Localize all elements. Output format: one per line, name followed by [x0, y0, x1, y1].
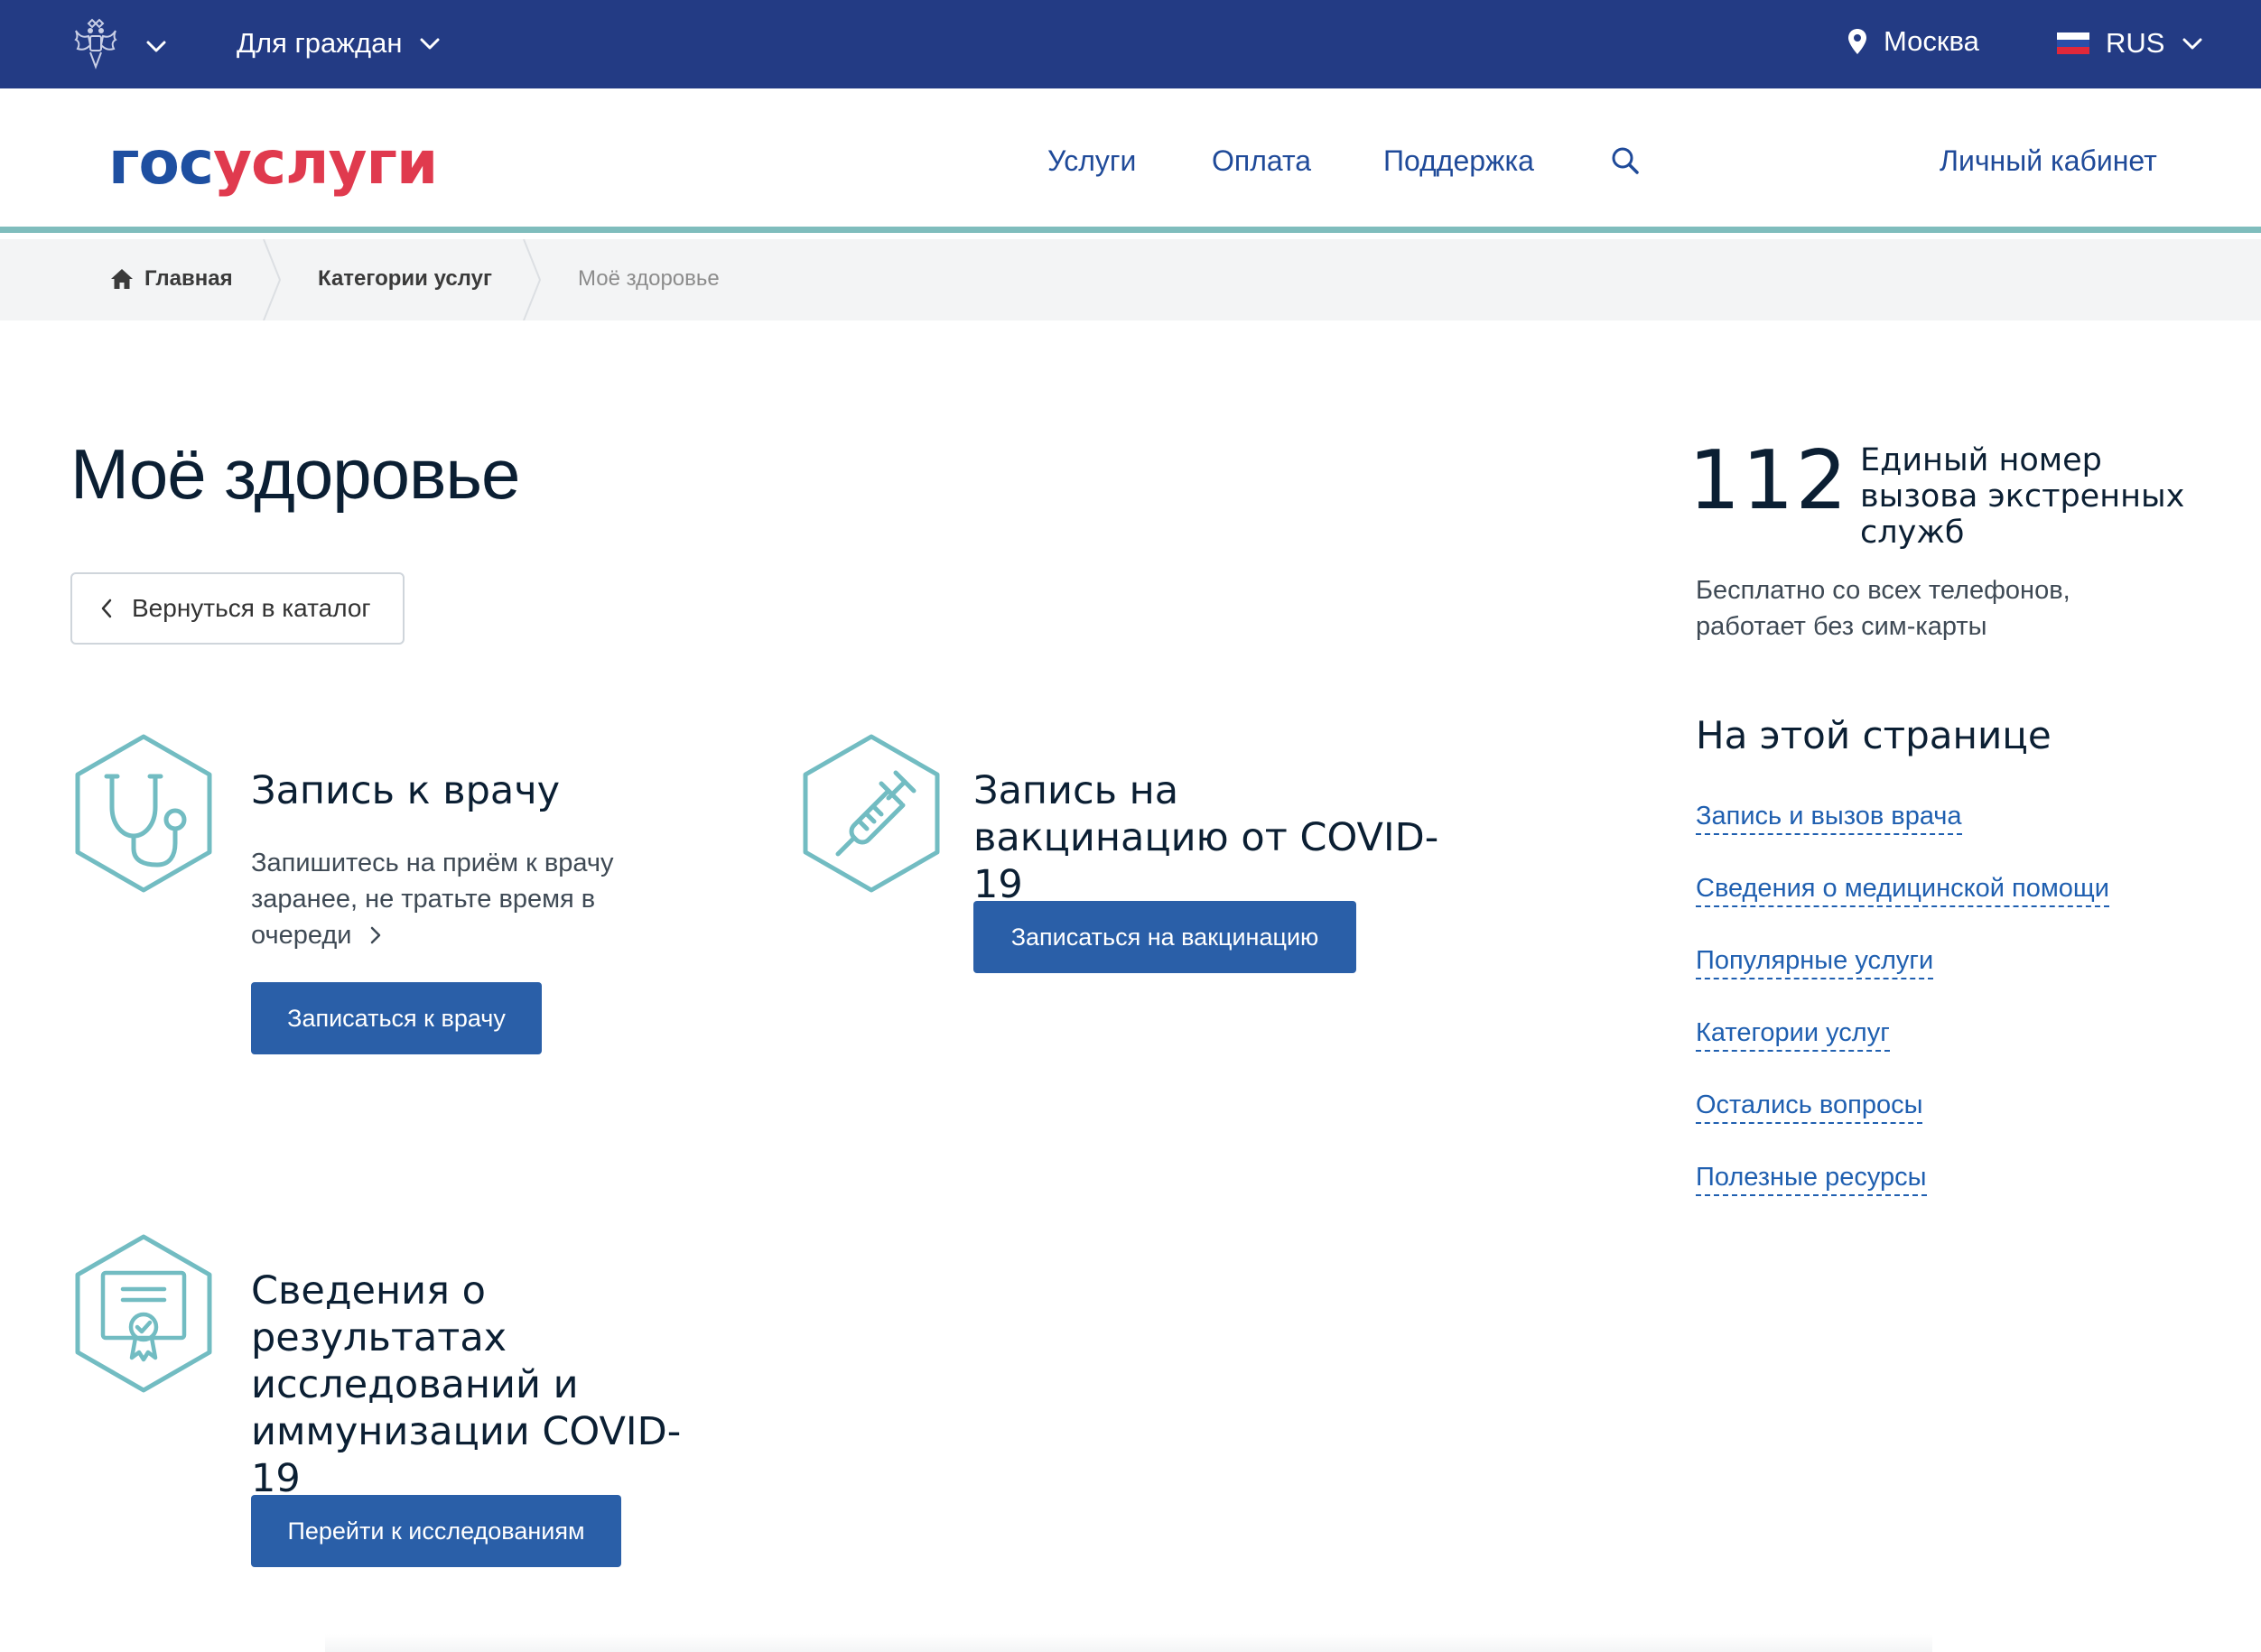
emergency-number: 112: [1689, 433, 1849, 528]
back-to-catalog-button[interactable]: Вернуться в каталог: [70, 572, 405, 645]
breadcrumb-home-label: Главная: [144, 266, 233, 291]
location-label: Москва: [1884, 25, 1979, 57]
nav-payment[interactable]: Оплата: [1212, 144, 1311, 178]
breadcrumb-separator: [523, 239, 542, 320]
breadcrumb: Главная Категории услуг Моё здоровье: [0, 239, 2261, 320]
chevron-down-icon: [2182, 38, 2202, 50]
gosuslugi-logo[interactable]: госуслуги: [108, 128, 438, 198]
on-page-link[interactable]: Полезные ресурсы: [1696, 1163, 1927, 1196]
top-bar: Для граждан Москва RUS: [0, 0, 2261, 88]
audience-label: Для граждан: [237, 27, 403, 59]
book-vaccination-button[interactable]: Записаться на вакцинацию: [973, 901, 1356, 973]
service-description-doctor[interactable]: Запишитесь на приём к врачу заранее, не …: [251, 845, 666, 953]
personal-account-link[interactable]: Личный кабинет: [1940, 144, 2157, 178]
site-header: госуслуги Услуги Оплата Поддержка Личный…: [0, 88, 2261, 233]
back-to-catalog-label: Вернуться в каталог: [132, 594, 371, 622]
on-page-link[interactable]: Остались вопросы: [1696, 1091, 1923, 1124]
on-page-title: На этой странице: [1696, 713, 2052, 757]
home-icon: [111, 269, 133, 289]
page-title: Моё здоровье: [70, 434, 520, 514]
chevron-right-icon: [370, 926, 380, 944]
logo-part-uslugi: услуги: [212, 128, 438, 198]
language-label: RUS: [2106, 27, 2165, 59]
breadcrumb-categories-label: Категории услуг: [318, 266, 492, 291]
service-title-research[interactable]: Сведения о результатах исследований и им…: [251, 1267, 702, 1502]
breadcrumb-current: Моё здоровье: [578, 266, 720, 292]
coat-of-arms-icon[interactable]: [70, 18, 121, 70]
language-selector[interactable]: RUS: [2057, 27, 2204, 60]
footer-shadow: [325, 1634, 1932, 1652]
stethoscope-icon: [75, 734, 212, 893]
chevron-down-icon[interactable]: [144, 34, 168, 58]
location-selector[interactable]: Москва: [1847, 25, 1979, 58]
search-icon[interactable]: [1609, 144, 1642, 177]
breadcrumb-home[interactable]: Главная: [110, 266, 233, 292]
book-doctor-button[interactable]: Записаться к врачу: [251, 982, 542, 1054]
russian-flag-icon: [2057, 32, 2089, 54]
nav-services[interactable]: Услуги: [1047, 144, 1136, 178]
emergency-title: Единый номер вызова экстренных служб: [1860, 442, 2185, 551]
logo-part-gos: гос: [108, 128, 214, 198]
location-pin-icon: [1848, 29, 1866, 54]
chevron-down-icon: [420, 38, 440, 50]
syringe-icon: [803, 734, 940, 893]
breadcrumb-current-label: Моё здоровье: [578, 266, 720, 291]
on-page-link[interactable]: Сведения о медицинской помощи: [1696, 874, 2109, 907]
on-page-link[interactable]: Запись и вызов врача: [1696, 802, 1962, 835]
breadcrumb-separator: [263, 239, 282, 320]
certificate-icon: [75, 1234, 212, 1393]
nav-support[interactable]: Поддержка: [1383, 144, 1534, 178]
research-results-button[interactable]: Перейти к исследованиям: [251, 1495, 621, 1567]
chevron-left-icon: [101, 599, 112, 618]
on-page-link[interactable]: Категории услуг: [1696, 1018, 1890, 1052]
audience-selector[interactable]: Для граждан: [237, 27, 442, 60]
service-title-doctor[interactable]: Запись к врачу: [251, 767, 666, 814]
on-page-link[interactable]: Популярные услуги: [1696, 946, 1934, 979]
service-title-vaccination[interactable]: Запись на вакцинацию от COVID-19: [973, 767, 1443, 908]
breadcrumb-categories[interactable]: Категории услуг: [318, 266, 492, 292]
emergency-note: Бесплатно со всех телефонов, работает бе…: [1696, 576, 2070, 641]
service-description-doctor-text: Запишитесь на приём к врачу заранее, не …: [251, 849, 614, 950]
